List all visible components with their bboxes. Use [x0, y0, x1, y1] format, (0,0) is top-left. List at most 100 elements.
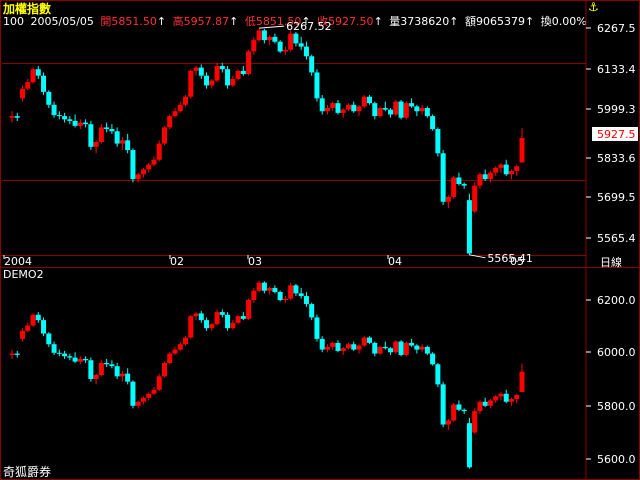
candle-body	[209, 80, 215, 86]
lower-candle-body	[498, 393, 504, 397]
x-axis-tick-label: 04	[388, 255, 402, 268]
candle-body	[303, 46, 309, 57]
candle-body	[498, 164, 504, 168]
lower-candle-body	[14, 353, 20, 355]
candle-body	[183, 96, 189, 105]
candle-body	[46, 91, 52, 105]
candle-body	[419, 108, 425, 112]
lower-candle-body	[424, 346, 430, 354]
candle-body	[193, 67, 199, 71]
candle-body	[424, 108, 430, 117]
candle-body	[377, 108, 383, 117]
candle-body	[93, 141, 99, 147]
max-annotation-leader	[259, 25, 285, 29]
lower-candle-body	[282, 298, 288, 301]
lower-candle-body	[98, 362, 104, 375]
candle-body	[177, 104, 183, 112]
grid-lines	[0, 0, 640, 480]
candle-body	[204, 75, 210, 86]
min-annotation: 5565.41	[487, 252, 533, 265]
candle-body	[25, 82, 31, 89]
candle-body	[508, 171, 514, 175]
lower-candle-body	[508, 399, 514, 402]
candle-body	[156, 143, 162, 160]
x-axis-tick-label: 03	[248, 255, 262, 268]
lower-candle-body	[209, 324, 215, 329]
candle-body	[451, 177, 457, 197]
candle-body	[298, 43, 304, 47]
candle-body	[403, 103, 409, 118]
lower-candle-body	[351, 344, 357, 350]
lower-candle-body	[456, 404, 462, 410]
axis-labels: 6267.5 6133.4 5999.3 5833.6 5699.5 5565.4 5927…	[3, 20, 638, 466]
lower-y-axis-tick-label: 5800.0	[597, 400, 636, 413]
candle-body	[335, 103, 341, 113]
lower-candle-body	[135, 401, 141, 406]
candle-body	[388, 109, 394, 115]
candle-body	[482, 174, 488, 180]
lower-candle-body	[114, 366, 120, 377]
y-axis-tick-label: 5833.6	[597, 152, 636, 165]
candle-body	[83, 122, 89, 125]
candle-body	[272, 36, 278, 42]
candle-body	[466, 200, 472, 254]
candle-body	[67, 119, 73, 121]
lower-candle-body	[356, 345, 362, 350]
lower-candle-body	[340, 348, 346, 351]
candle-body	[472, 185, 478, 212]
candle-body	[188, 70, 194, 97]
lower-candle-body	[72, 357, 78, 362]
lower-candle-body	[482, 401, 488, 406]
brand-label: 奇狐爵券	[3, 465, 52, 479]
candle-body	[345, 104, 351, 110]
candle-body	[288, 33, 294, 50]
lower-candle-body	[267, 288, 273, 291]
lower-candle-body	[472, 411, 478, 433]
candle-body	[88, 124, 94, 147]
lower-candle-body	[330, 342, 336, 347]
candle-body	[41, 75, 47, 92]
lower-candle-body	[188, 316, 194, 338]
lower-candle-body	[430, 353, 436, 365]
lower-candle-body	[393, 341, 399, 353]
candle-body	[409, 103, 415, 107]
candle-body	[56, 115, 62, 117]
lower-candle-body	[146, 393, 152, 398]
candle-body	[198, 67, 204, 76]
lower-candle-body	[183, 337, 189, 345]
candle-body	[361, 96, 367, 107]
candle-body	[140, 169, 146, 175]
candle-body	[246, 51, 252, 75]
candle-body	[372, 103, 378, 117]
lower-candle-body	[35, 314, 41, 321]
candle-body	[319, 98, 325, 112]
period-button[interactable]: 日線	[600, 255, 622, 269]
lower-candle-body	[246, 300, 252, 319]
candle-body	[435, 129, 441, 154]
lower-candle-body	[172, 349, 178, 354]
candle-body	[445, 196, 451, 202]
lower-candle-body	[177, 344, 183, 350]
candle-body	[256, 30, 262, 41]
lower-candle-body	[324, 346, 330, 350]
candle-body	[514, 166, 520, 172]
candle-body	[72, 120, 78, 126]
lower-candle-body	[219, 312, 225, 315]
candle-body	[125, 140, 131, 151]
price-chart[interactable]: 6267.5 6133.4 5999.3 5833.6 5699.5 5565.4 5927…	[0, 0, 640, 480]
candle-body	[98, 127, 104, 142]
lower-candle-body	[303, 296, 309, 305]
lower-candle-body	[309, 304, 315, 318]
candle-body	[367, 96, 373, 104]
y-axis-tick-label: 5699.5	[597, 191, 636, 204]
lower-candle-body	[519, 371, 525, 392]
lower-candle-body	[214, 312, 220, 325]
lower-candle-body	[319, 338, 325, 350]
candle-body	[440, 153, 446, 202]
candle-body	[282, 49, 288, 52]
candle-body	[324, 108, 330, 112]
candle-body	[104, 127, 110, 130]
lower-candle-body	[51, 344, 57, 353]
lower-candle-body	[335, 342, 341, 351]
candle-body	[261, 30, 267, 41]
